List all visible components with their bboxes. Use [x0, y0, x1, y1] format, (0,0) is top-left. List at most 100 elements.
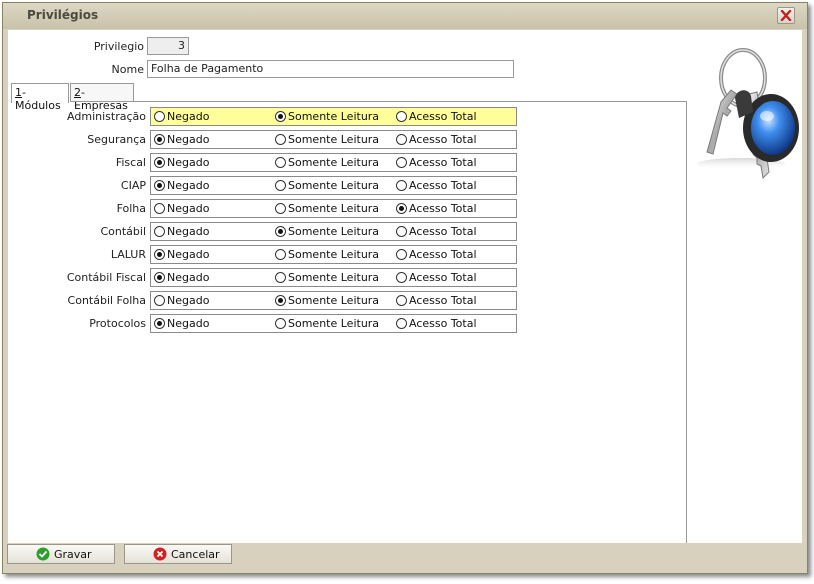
module-radio-group: Negado Somente Leitura Acesso Total [150, 291, 517, 310]
radio-button[interactable] [154, 249, 165, 260]
radio-button[interactable] [396, 272, 407, 283]
module-label: Segurança [87, 133, 146, 146]
module-radio-group: Negado Somente Leitura Acesso Total [150, 245, 517, 264]
module-label: LALUR [110, 248, 146, 261]
radio-option-label: Negado [167, 156, 210, 169]
radio-option-label: Somente Leitura [288, 271, 380, 284]
module-radio-group: Negado Somente Leitura Acesso Total [150, 268, 517, 287]
radio-option-label: Somente Leitura [288, 202, 380, 215]
radio-option-label: Somente Leitura [288, 179, 380, 192]
radio-button[interactable] [396, 226, 407, 237]
tab-empresas-label: -Empresas [74, 86, 128, 112]
radio-option-label: Acesso Total [409, 179, 477, 192]
radio-button[interactable] [396, 249, 407, 260]
radio-option-label: Acesso Total [409, 271, 477, 284]
module-radio-group: Negado Somente Leitura Acesso Total [150, 107, 517, 126]
radio-button[interactable] [396, 203, 407, 214]
radio-button[interactable] [154, 318, 165, 329]
radio-button[interactable] [396, 134, 407, 145]
module-label: CIAP [120, 179, 146, 192]
radio-option-label: Negado [167, 294, 210, 307]
radio-button[interactable] [275, 111, 286, 122]
module-label: Folha [116, 202, 146, 215]
radio-option-label: Negado [167, 110, 210, 123]
module-radio-group: Negado Somente Leitura Acesso Total [150, 130, 517, 149]
window-title: Privilégios [27, 8, 99, 22]
radio-option-label: Negado [167, 317, 210, 330]
radio-button[interactable] [275, 272, 286, 283]
radio-option-label: Acesso Total [409, 248, 477, 261]
radio-button[interactable] [275, 226, 286, 237]
radio-button[interactable] [275, 203, 286, 214]
radio-button[interactable] [154, 111, 165, 122]
radio-button[interactable] [154, 272, 165, 283]
radio-option-label: Somente Leitura [288, 294, 380, 307]
module-radio-group: Negado Somente Leitura Acesso Total [150, 222, 517, 241]
nome-field[interactable]: Folha de Pagamento [147, 60, 514, 78]
cancel-icon [153, 547, 167, 561]
radio-option-label: Negado [167, 225, 210, 238]
nome-label: Nome [111, 63, 144, 76]
radio-option-label: Negado [167, 202, 210, 215]
module-radio-group: Negado Somente Leitura Acesso Total [150, 199, 517, 218]
check-icon [36, 547, 50, 561]
radio-button[interactable] [154, 157, 165, 168]
radio-button[interactable] [275, 134, 286, 145]
keys-icon [697, 48, 799, 180]
radio-button[interactable] [275, 157, 286, 168]
close-button[interactable] [777, 7, 795, 24]
radio-option-label: Somente Leitura [288, 110, 380, 123]
radio-button[interactable] [275, 318, 286, 329]
radio-option-label: Negado [167, 271, 210, 284]
radio-button[interactable] [396, 111, 407, 122]
title-bar[interactable]: Privilégios [3, 3, 807, 29]
radio-button[interactable] [275, 180, 286, 191]
radio-option-label: Acesso Total [409, 225, 477, 238]
tab-empresas[interactable]: 2-Empresas [70, 83, 134, 112]
radio-button[interactable] [396, 295, 407, 306]
privilegio-label: Privilegio [93, 40, 144, 53]
cancelar-button[interactable]: Cancelar [124, 544, 232, 564]
module-label: Contábil Folha [67, 294, 146, 307]
privilegio-field[interactable]: 3 [147, 37, 189, 55]
dialog-content: Privilegio 3 Nome Folha de Pagamento 1-M… [8, 30, 802, 543]
gravar-button[interactable]: Gravar [7, 544, 115, 564]
radio-option-label: Acesso Total [409, 110, 477, 123]
module-label: Protocolos [89, 317, 146, 330]
radio-button[interactable] [396, 318, 407, 329]
close-icon [780, 10, 792, 21]
tab-modulos-label: -Módulos [15, 86, 61, 112]
radio-option-label: Acesso Total [409, 133, 477, 146]
radio-button[interactable] [396, 157, 407, 168]
radio-button[interactable] [154, 180, 165, 191]
tab-panel-border-right [686, 101, 687, 543]
tab-modulos-key: 1 [15, 86, 22, 99]
module-radio-group: Negado Somente Leitura Acesso Total [150, 314, 517, 333]
radio-button[interactable] [275, 295, 286, 306]
radio-option-label: Somente Leitura [288, 156, 380, 169]
tab-modulos[interactable]: 1-Módulos [11, 83, 69, 112]
radio-option-label: Somente Leitura [288, 248, 380, 261]
radio-option-label: Somente Leitura [288, 225, 380, 238]
radio-button[interactable] [154, 226, 165, 237]
privileges-window: Privilégios Privilegio 3 Nome Folha de P… [2, 2, 808, 574]
module-radio-group: Negado Somente Leitura Acesso Total [150, 153, 517, 172]
radio-button[interactable] [154, 134, 165, 145]
radio-option-label: Negado [167, 248, 210, 261]
radio-option-label: Somente Leitura [288, 133, 380, 146]
tab-panel-border-top [70, 101, 687, 102]
module-label: Contábil [100, 225, 146, 238]
radio-option-label: Negado [167, 133, 210, 146]
cancelar-label: Cancelar [171, 548, 220, 561]
radio-button[interactable] [275, 249, 286, 260]
tab-empresas-key: 2 [74, 86, 81, 99]
radio-button[interactable] [154, 295, 165, 306]
module-radio-group: Negado Somente Leitura Acesso Total [150, 176, 517, 195]
radio-button[interactable] [396, 180, 407, 191]
radio-option-label: Acesso Total [409, 156, 477, 169]
radio-option-label: Negado [167, 179, 210, 192]
gravar-label: Gravar [54, 548, 92, 561]
module-label: Administração [67, 110, 146, 123]
radio-button[interactable] [154, 203, 165, 214]
radio-option-label: Acesso Total [409, 317, 477, 330]
